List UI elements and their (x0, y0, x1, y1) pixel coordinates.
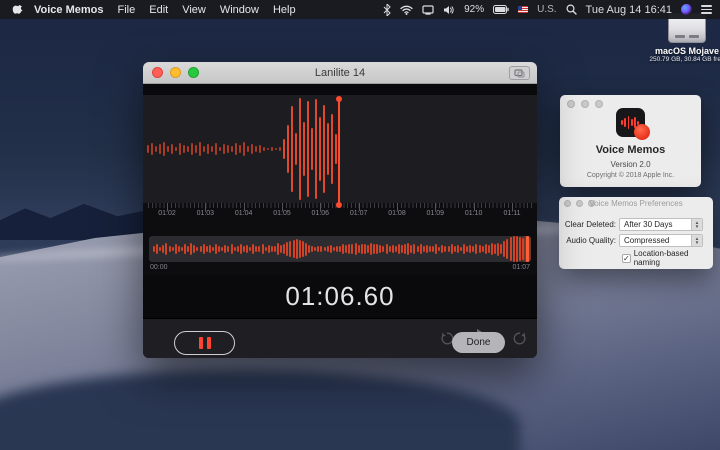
about-version: Version 2.0 (560, 160, 701, 169)
timeline-label: 01:04 (235, 210, 253, 217)
time-display-area: 01:06.60 (143, 275, 537, 318)
close-icon[interactable] (152, 67, 163, 78)
record-badge-icon (634, 124, 650, 140)
skip-forward-button[interactable] (512, 331, 528, 347)
window-controls[interactable] (152, 67, 199, 78)
scrubber-region: 00:00 01:07 (143, 227, 537, 275)
audio-quality-label: Audio Quality: (559, 236, 619, 245)
input-source-label[interactable]: U.S. (537, 4, 556, 15)
voice-memos-app-icon (616, 108, 645, 137)
timeline-label: 01:10 (465, 210, 483, 217)
transport-controls: Done (143, 318, 537, 358)
timeline-label: 01:08 (388, 210, 406, 217)
timeline-label: 01:06 (312, 210, 330, 217)
voice-memos-recorder-window: Lanilite 14 01:02 01:03 01:04 01:05 01:06 01:… (143, 62, 537, 358)
minimize-icon[interactable] (581, 100, 589, 108)
notification-center-icon[interactable] (701, 5, 712, 14)
wifi-icon[interactable] (400, 5, 413, 15)
location-naming-label: Location-based naming (634, 249, 713, 267)
clear-deleted-select[interactable]: After 30 Days ▲▼ (619, 218, 703, 231)
spotlight-search-icon[interactable] (566, 4, 577, 15)
stepper-icon: ▲▼ (691, 235, 702, 246)
timeline-label: 01:03 (197, 210, 215, 217)
battery-icon[interactable] (493, 5, 509, 14)
preferences-window: Voice Memos Preferences Clear Deleted: A… (559, 197, 713, 269)
battery-percent: 92% (464, 4, 484, 15)
volume-icon[interactable] (443, 5, 455, 15)
playhead[interactable] (338, 98, 340, 205)
menu-edit[interactable]: Edit (149, 4, 168, 16)
location-naming-checkbox-row[interactable]: ✓ Location-based naming (622, 249, 713, 267)
zoom-icon[interactable] (595, 100, 603, 108)
recording-title: Lanilite 14 (315, 67, 365, 79)
menu-window[interactable]: Window (220, 4, 259, 16)
stepper-icon: ▲▼ (691, 219, 702, 230)
pref-window-title: Voice Memos Preferences (559, 197, 713, 211)
about-copyright: Copyright © 2018 Apple Inc. (560, 172, 701, 179)
timeline-label: 01:09 (427, 210, 445, 217)
clear-deleted-value: After 30 Days (624, 220, 672, 229)
display-icon[interactable] (422, 5, 434, 15)
minimize-icon[interactable] (170, 67, 181, 78)
pause-icon (207, 337, 211, 349)
scrubber-playhead[interactable] (526, 236, 529, 262)
apple-menu-icon[interactable] (12, 4, 24, 16)
menu-help[interactable]: Help (273, 4, 296, 16)
close-icon[interactable] (567, 100, 575, 108)
timeline-label: 01:05 (273, 210, 291, 217)
edit-button[interactable] (509, 66, 530, 80)
scrub-start-time: 00:00 (150, 264, 168, 271)
about-window-controls[interactable] (567, 100, 603, 108)
audio-quality-value: Compressed (624, 236, 669, 245)
disk-info: 250.79 GB, 30.84 GB free (648, 56, 720, 63)
disk-name: macOS Mojave (648, 46, 720, 56)
zoom-icon[interactable] (188, 67, 199, 78)
about-app-name: Voice Memos (560, 144, 701, 156)
menu-app-name[interactable]: Voice Memos (34, 4, 104, 16)
done-button[interactable]: Done (452, 332, 505, 353)
desktop-disk-macos-mojave[interactable]: macOS Mojave 250.79 GB, 30.84 GB free (648, 13, 720, 63)
checkbox-checked-icon[interactable]: ✓ (622, 254, 631, 263)
recorder-titlebar[interactable]: Lanilite 14 (143, 62, 537, 84)
window-top-strip (143, 84, 537, 95)
main-waveform (143, 95, 537, 203)
siri-icon[interactable] (681, 4, 692, 15)
audio-quality-select[interactable]: Compressed ▲▼ (619, 234, 703, 247)
clear-deleted-label: Clear Deleted: (559, 220, 619, 229)
menu-bar: Voice Memos File Edit View Window Help 9… (0, 0, 720, 19)
timeline-label: 01:11 (503, 210, 520, 217)
input-source-flag-icon[interactable] (518, 6, 528, 13)
pause-recording-button[interactable] (174, 331, 235, 355)
menu-view[interactable]: View (182, 4, 206, 16)
timeline-label: 01:02 (158, 210, 176, 217)
about-voice-memos-window: Voice Memos Version 2.0 Copyright © 2018… (560, 95, 701, 187)
pause-icon (199, 337, 203, 349)
timeline-label: 01:07 (350, 210, 368, 217)
crop-edit-icon (514, 69, 525, 78)
bluetooth-icon[interactable] (383, 4, 391, 16)
overview-scrubber[interactable] (149, 236, 531, 262)
scrub-end-time: 01:07 (512, 264, 530, 271)
menu-file[interactable]: File (118, 4, 136, 16)
menu-clock[interactable]: Tue Aug 14 16:41 (586, 4, 672, 16)
current-time-display: 01:06.60 (285, 281, 394, 312)
